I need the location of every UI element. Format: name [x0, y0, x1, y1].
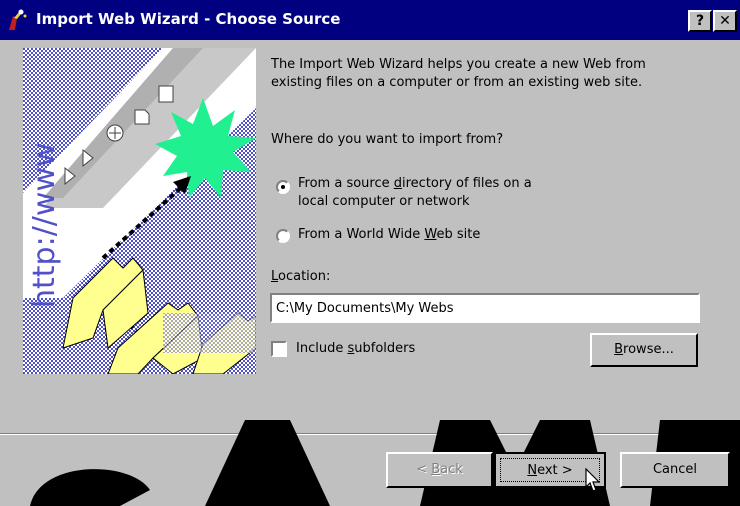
title-bar: Import Web Wizard - Choose Source ? ✕ [0, 0, 740, 40]
intro-text-line1: The Import Web Wizard helps you create a… [271, 57, 646, 72]
import-source-question: Where do you want to import from? [271, 132, 504, 147]
web-site-radio[interactable] [276, 229, 290, 243]
source-directory-radio[interactable] [276, 180, 290, 194]
source-directory-label-line2[interactable]: local computer or network [298, 193, 469, 211]
window-title: Import Web Wizard - Choose Source [36, 10, 341, 28]
location-input[interactable]: C:\My Documents\My Webs [270, 293, 700, 323]
source-directory-label[interactable]: From a source directory of files on a [298, 175, 532, 193]
mouse-cursor-icon [585, 468, 601, 492]
wizard-illustration: http://www [23, 48, 256, 374]
back-button[interactable]: < Back [386, 452, 493, 488]
intro-text-line2: existing files on a computer or from an … [271, 75, 643, 90]
close-button[interactable]: ✕ [713, 10, 737, 32]
browse-button[interactable]: Browse... [590, 333, 698, 367]
help-button[interactable]: ? [688, 10, 712, 32]
web-site-label[interactable]: From a World Wide Web site [298, 226, 480, 244]
wizard-app-icon [9, 9, 27, 30]
cancel-button[interactable]: Cancel [620, 452, 730, 488]
url-vertical-text: http://www [27, 142, 62, 308]
include-subfolders-label[interactable]: Include subfolders [296, 340, 415, 358]
radio-selected-dot [281, 185, 285, 189]
location-label: Location: [271, 269, 331, 284]
include-subfolders-checkbox[interactable] [271, 341, 287, 357]
